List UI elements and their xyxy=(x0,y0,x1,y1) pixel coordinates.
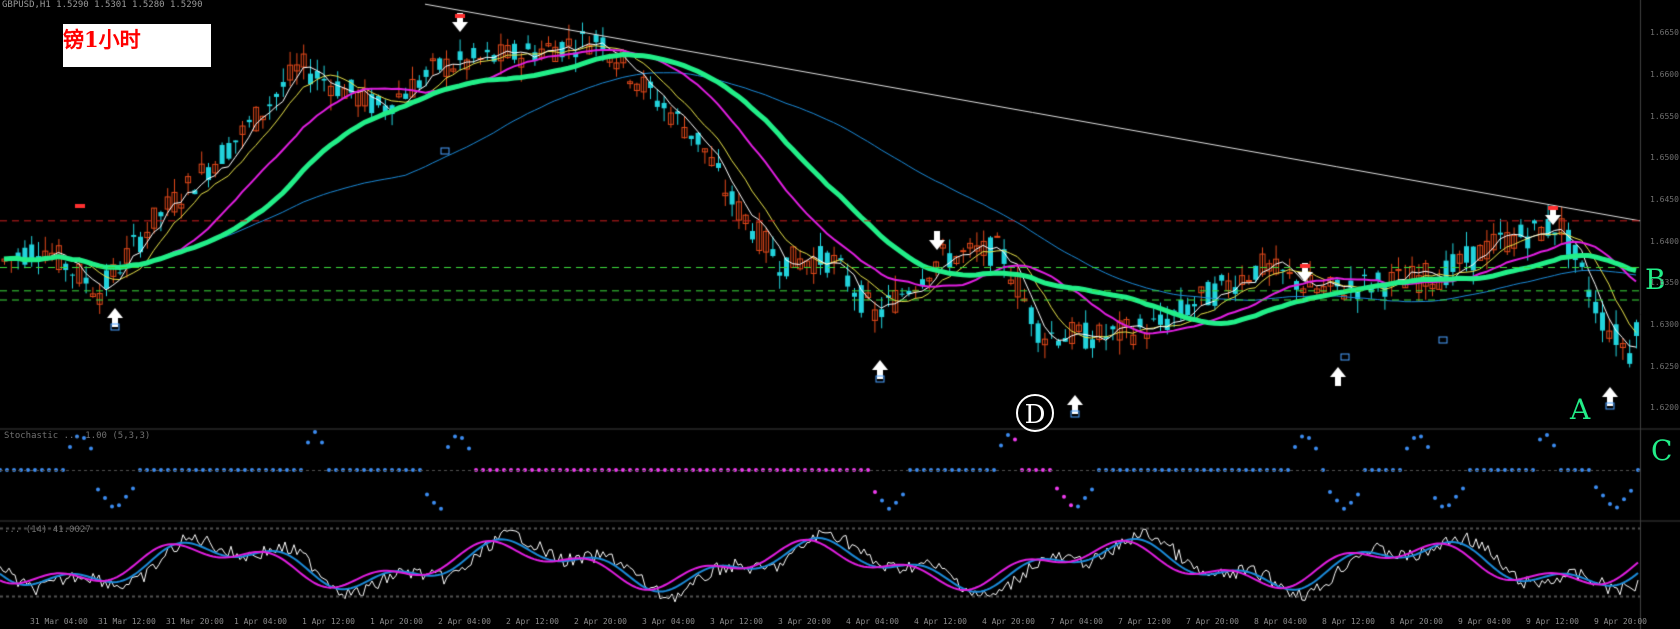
time-tick-label: 31 Mar 20:00 xyxy=(166,617,224,626)
price-tick-label: 1.6550 xyxy=(1650,111,1679,121)
time-tick-label: 9 Apr 20:00 xyxy=(1594,617,1647,626)
time-tick-label: 9 Apr 12:00 xyxy=(1526,617,1579,626)
time-tick-label: 8 Apr 04:00 xyxy=(1254,617,1307,626)
price-tick-label: 1.6450 xyxy=(1650,195,1679,204)
symbol-header: GBPUSD,H1 1.5290 1.5301 1.5280 1.5290 xyxy=(2,0,203,10)
time-tick-label: 8 Apr 20:00 xyxy=(1390,617,1443,626)
time-tick-label: 3 Apr 12:00 xyxy=(710,617,763,626)
oscillator-label: ... (14) 41.0027 xyxy=(4,525,91,535)
time-tick-label: 31 Mar 04:00 xyxy=(30,617,88,626)
price-tick-label: 1.6200 xyxy=(1650,403,1679,413)
point-c-label: C xyxy=(1651,434,1673,467)
time-tick-label: 3 Apr 20:00 xyxy=(778,617,831,626)
time-tick-label: 2 Apr 20:00 xyxy=(574,617,627,626)
time-tick-label: 2 Apr 04:00 xyxy=(438,617,491,626)
time-tick-label: 7 Apr 04:00 xyxy=(1050,617,1103,626)
time-tick-label: 31 Mar 12:00 xyxy=(98,617,156,626)
time-tick-label: 3 Apr 04:00 xyxy=(642,617,695,626)
time-tick-label: 4 Apr 12:00 xyxy=(914,617,967,626)
price-tick-label: 1.6300 xyxy=(1650,320,1679,329)
chart-title-box: 镑1小时 xyxy=(63,24,211,67)
price-tick-label: 1.6650 xyxy=(1650,28,1679,38)
chart-title: 镑1小时 xyxy=(63,27,141,52)
price-tick-label: 1.6250 xyxy=(1650,361,1679,371)
time-tick-label: 4 Apr 20:00 xyxy=(982,617,1035,626)
time-tick-label: 2 Apr 12:00 xyxy=(506,617,559,626)
time-tick-label: 7 Apr 20:00 xyxy=(1186,617,1239,626)
time-tick-label: 9 Apr 04:00 xyxy=(1458,617,1511,626)
time-tick-label: 7 Apr 12:00 xyxy=(1118,617,1171,626)
time-tick-label: 8 Apr 12:00 xyxy=(1322,617,1375,626)
stochastic-label: Stochastic ... 1.00 (5,3,3) xyxy=(4,431,151,441)
price-tick-label: 1.6350 xyxy=(1650,278,1679,288)
point-a-label: A xyxy=(1570,393,1591,426)
candlestick-chart xyxy=(0,0,1680,629)
price-tick-label: 1.6500 xyxy=(1650,153,1679,163)
price-tick-label: 1.6400 xyxy=(1650,236,1679,246)
time-tick-label: 1 Apr 04:00 xyxy=(234,617,287,626)
price-tick-label: 1.6600 xyxy=(1650,70,1679,79)
point-d-marker: D xyxy=(1016,394,1054,432)
time-tick-label: 1 Apr 12:00 xyxy=(302,617,355,626)
time-tick-label: 1 Apr 20:00 xyxy=(370,617,423,626)
time-tick-label: 4 Apr 04:00 xyxy=(846,617,899,626)
